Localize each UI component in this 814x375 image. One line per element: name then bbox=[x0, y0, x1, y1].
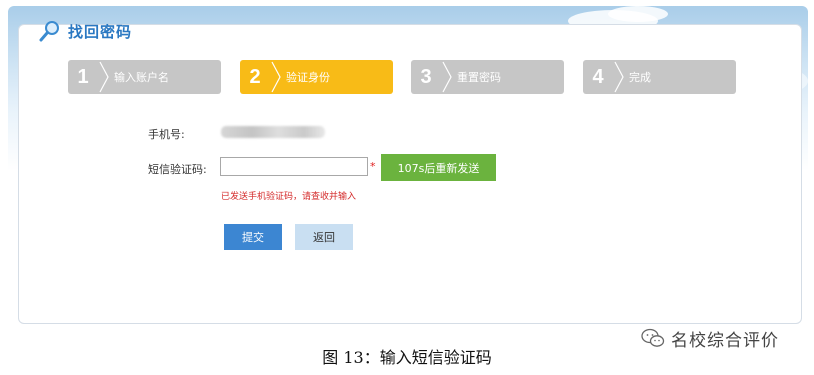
required-mark: * bbox=[370, 160, 376, 173]
resend-code-button[interactable]: 107s后重新发送 bbox=[381, 154, 496, 181]
step-number: 4 bbox=[592, 65, 604, 88]
watermark: 名校综合评价 bbox=[641, 326, 779, 351]
wechat-icon bbox=[641, 328, 665, 347]
phone-label: 手机号: bbox=[148, 128, 185, 141]
chevron-right-icon bbox=[614, 61, 624, 93]
submit-button[interactable]: 提交 bbox=[224, 224, 282, 250]
step-number: 2 bbox=[249, 65, 261, 88]
back-button[interactable]: 返回 bbox=[295, 224, 353, 250]
chevron-right-icon bbox=[442, 61, 452, 93]
chevron-right-icon bbox=[99, 61, 109, 93]
masked-phone-number bbox=[221, 126, 325, 138]
magnifier-icon bbox=[39, 21, 59, 42]
step-reset-password: 3 重置密码 bbox=[411, 60, 564, 94]
step-label: 重置密码 bbox=[457, 71, 501, 84]
page-title: 找回密码 bbox=[68, 22, 133, 41]
step-enter-account: 1 输入账户名 bbox=[68, 60, 221, 94]
sms-code-label: 短信验证码: bbox=[148, 163, 207, 176]
step-label: 输入账户名 bbox=[114, 71, 169, 84]
watermark-text: 名校综合评价 bbox=[671, 331, 779, 351]
page-header: 找回密码 bbox=[38, 20, 132, 42]
step-number: 3 bbox=[420, 65, 432, 88]
step-verify-identity: 2 验证身份 bbox=[240, 60, 393, 94]
sms-code-input[interactable] bbox=[220, 157, 368, 176]
sms-sent-hint: 已发送手机验证码，请查收并输入 bbox=[221, 192, 357, 202]
step-complete: 4 完成 bbox=[583, 60, 736, 94]
cloud-decoration bbox=[608, 6, 668, 22]
step-number: 1 bbox=[77, 65, 89, 88]
step-label: 验证身份 bbox=[286, 71, 330, 84]
step-label: 完成 bbox=[629, 71, 651, 84]
chevron-right-icon bbox=[271, 61, 281, 93]
